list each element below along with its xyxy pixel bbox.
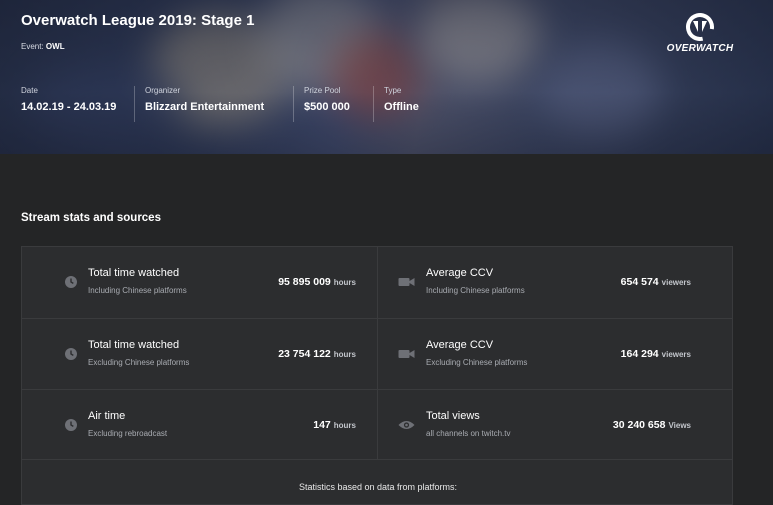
stat-name: Total time watched — [88, 339, 180, 351]
stat-value: 30 240 658 Views — [613, 419, 691, 431]
stat-name: Air time — [88, 410, 126, 422]
video-camera-icon — [398, 350, 415, 358]
meta-value: 14.02.19 - 24.03.19 — [21, 101, 117, 113]
page-title: Overwatch League 2019: Stage 1 — [21, 12, 255, 29]
meta-label: Type — [384, 86, 402, 95]
stat-total-views: Total views all channels on twitch.tv 30… — [377, 389, 733, 460]
stat-sub: Including Chinese platforms — [88, 286, 187, 295]
meta-date: Date 14.02.19 - 24.03.19 — [21, 86, 116, 122]
stat-name: Average CCV — [426, 267, 494, 279]
stat-number: 30 240 658 — [612, 419, 666, 431]
stat-total-time-watched-incl: Total time watched Including Chinese pla… — [22, 247, 378, 318]
clock-icon — [65, 419, 77, 431]
stat-sub: Excluding Chinese platforms — [426, 358, 528, 367]
stat-number: 23 754 122 — [278, 348, 331, 360]
meta-label: Date — [21, 86, 38, 95]
stats-panel: Total time watched Including Chinese pla… — [21, 246, 733, 505]
stat-total-time-watched-excl: Total time watched Excluding Chinese pla… — [22, 318, 378, 389]
event-label: Event: — [21, 42, 44, 51]
stat-value: 23 754 122 hours — [278, 348, 356, 360]
eye-icon — [398, 421, 415, 429]
stat-sub: Including Chinese platforms — [426, 286, 525, 295]
event-tag: Event: OWL — [21, 42, 65, 51]
overwatch-logo-icon — [686, 13, 714, 41]
stat-name: Total time watched — [88, 267, 180, 279]
stat-number: 164 294 — [620, 348, 659, 360]
meta-label: Prize Pool — [304, 86, 341, 95]
stat-sub: Excluding Chinese platforms — [88, 358, 190, 367]
stat-air-time: Air time Excluding rebroadcast 147 hours — [22, 389, 378, 460]
overwatch-logo: OVERWATCH — [657, 12, 743, 54]
clock-icon — [65, 276, 77, 288]
stat-sub: Excluding rebroadcast — [88, 429, 168, 438]
divider — [22, 459, 732, 460]
logo-wordmark: OVERWATCH — [666, 43, 734, 54]
event-value[interactable]: OWL — [46, 42, 65, 51]
stat-value: 654 574 viewers — [621, 276, 691, 288]
event-banner: Overwatch League 2019: Stage 1 Event: OW… — [0, 0, 773, 154]
stat-unit: Views — [668, 421, 691, 430]
stat-average-ccv-excl: Average CCV Excluding Chinese platforms … — [377, 318, 733, 389]
stat-name: Total views — [426, 410, 480, 422]
clock-icon — [65, 348, 77, 360]
stat-value: 147 hours — [313, 419, 356, 431]
stat-unit: hours — [333, 421, 356, 430]
stat-unit: viewers — [661, 350, 691, 359]
stat-unit: viewers — [661, 278, 691, 287]
stat-number: 654 574 — [620, 276, 659, 288]
meta-value: Blizzard Entertainment — [145, 101, 265, 113]
stat-unit: hours — [333, 278, 356, 287]
stat-value: 164 294 viewers — [621, 348, 691, 360]
meta-type: Type Offline — [373, 86, 419, 122]
section-title: Stream stats and sources — [21, 212, 161, 224]
stat-name: Average CCV — [426, 339, 494, 351]
meta-prize-pool: Prize Pool $500 000 — [293, 86, 350, 122]
video-camera-icon — [398, 278, 415, 286]
stat-average-ccv-incl: Average CCV Including Chinese platforms … — [377, 247, 733, 318]
stat-number: 147 — [313, 419, 331, 431]
meta-label: Organizer — [145, 86, 181, 95]
meta-value: Offline — [384, 101, 419, 113]
meta-value: $500 000 — [304, 101, 350, 113]
stat-number: 95 895 009 — [278, 276, 331, 288]
meta-organizer: Organizer Blizzard Entertainment — [134, 86, 264, 122]
stat-sub: all channels on twitch.tv — [426, 429, 511, 438]
platforms-footnote: Statistics based on data from platforms: — [298, 482, 458, 492]
stat-value: 95 895 009 hours — [278, 276, 356, 288]
stat-unit: hours — [333, 350, 356, 359]
